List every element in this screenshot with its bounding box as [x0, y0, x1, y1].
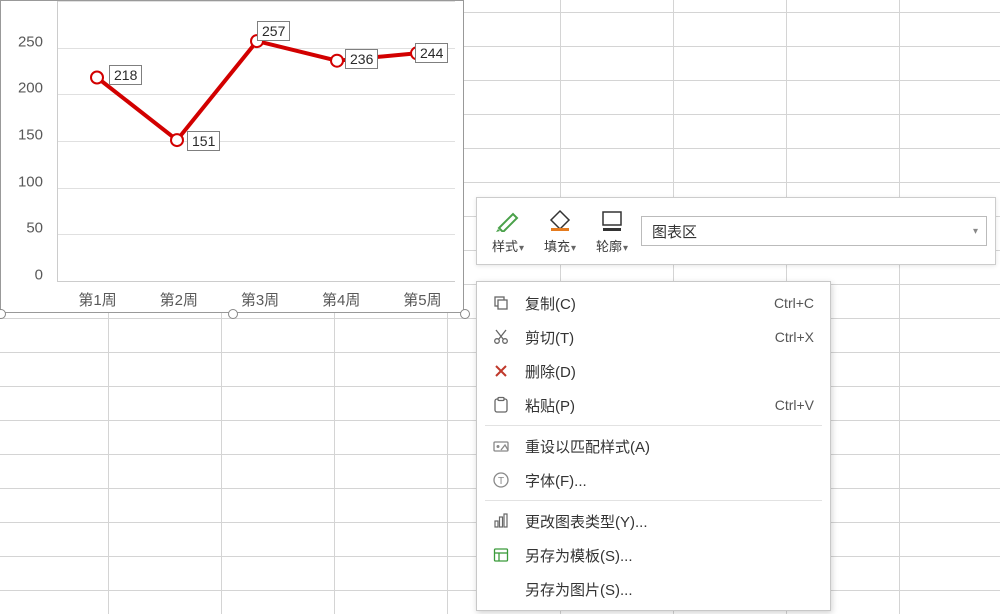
menu-save-template[interactable]: 另存为模板(S)... — [477, 538, 830, 572]
x-axis-line — [57, 281, 455, 282]
menu-label: 粘贴(P) — [525, 395, 761, 416]
selection-handle[interactable] — [228, 309, 238, 319]
menu-change-chart-type[interactable]: 更改图表类型(Y)... — [477, 504, 830, 538]
fill-icon — [545, 208, 575, 234]
x-tick: 第5周 — [382, 289, 463, 310]
context-menu: 复制(C) Ctrl+C 剪切(T) Ctrl+X 删除(D) 粘贴(P) Ct… — [476, 281, 831, 611]
menu-paste[interactable]: 粘贴(P) Ctrl+V — [477, 388, 830, 422]
fill-button[interactable]: 填充▾ — [537, 208, 583, 255]
y-tick: 100 — [18, 173, 43, 190]
menu-cut[interactable]: 剪切(T) Ctrl+X — [477, 320, 830, 354]
chart-type-icon — [491, 511, 511, 531]
fill-label: 填充 — [544, 236, 570, 255]
menu-label: 另存为模板(S)... — [525, 545, 814, 566]
reset-style-icon — [491, 436, 511, 456]
caret-down-icon: ▾ — [571, 243, 576, 254]
menu-label: 剪切(T) — [525, 327, 761, 348]
caret-down-icon: ▾ — [623, 243, 628, 254]
y-tick: 250 — [18, 33, 43, 50]
data-label[interactable]: 236 — [345, 49, 378, 69]
picture-icon — [491, 579, 511, 599]
y-tick: 50 — [26, 220, 43, 237]
outline-label: 轮廓 — [596, 236, 622, 255]
data-label[interactable]: 244 — [415, 43, 448, 63]
caret-down-icon: ▾ — [519, 243, 524, 254]
outline-button[interactable]: 轮廓▾ — [589, 208, 635, 255]
y-tick: 0 — [35, 267, 43, 284]
menu-delete[interactable]: 删除(D) — [477, 354, 830, 388]
x-tick: 第1周 — [57, 289, 138, 310]
menu-label: 复制(C) — [525, 293, 760, 314]
menu-label: 更改图表类型(Y)... — [525, 511, 814, 532]
menu-reset-style[interactable]: 重设以匹配样式(A) — [477, 429, 830, 463]
x-tick: 第3周 — [219, 289, 300, 310]
y-axis: 300 250 200 150 100 50 0 — [1, 0, 51, 281]
outline-icon — [597, 208, 627, 234]
caret-down-icon: ▾ — [973, 226, 978, 237]
menu-shortcut: Ctrl+X — [775, 329, 814, 345]
style-button[interactable]: 样式▾ — [485, 208, 531, 255]
menu-separator — [485, 500, 822, 501]
svg-text:T: T — [498, 476, 504, 487]
copy-icon — [491, 293, 511, 313]
menu-shortcut: Ctrl+V — [775, 397, 814, 413]
chart-area[interactable]: 300 250 200 150 100 50 0 218 151 257 236… — [0, 0, 464, 313]
menu-label: 字体(F)... — [525, 470, 814, 491]
style-label: 样式 — [492, 236, 518, 255]
data-label[interactable]: 218 — [109, 65, 142, 85]
y-tick: 300 — [18, 0, 43, 4]
menu-copy[interactable]: 复制(C) Ctrl+C — [477, 286, 830, 320]
chart-plot[interactable] — [57, 1, 457, 281]
mini-format-toolbar: 样式▾ 填充▾ 轮廓▾ 图表区 ▾ — [476, 197, 996, 265]
delete-icon — [491, 361, 511, 381]
paste-icon — [491, 395, 511, 415]
menu-separator — [485, 425, 822, 426]
chart-element-selector[interactable]: 图表区 ▾ — [641, 216, 987, 246]
y-tick: 150 — [18, 127, 43, 144]
menu-label: 另存为图片(S)... — [525, 579, 814, 600]
template-icon — [491, 545, 511, 565]
selector-value: 图表区 — [652, 221, 697, 242]
data-label[interactable]: 151 — [187, 131, 220, 151]
x-tick: 第2周 — [138, 289, 219, 310]
menu-shortcut: Ctrl+C — [774, 295, 814, 311]
menu-save-picture[interactable]: 另存为图片(S)... — [477, 572, 830, 606]
x-tick: 第4周 — [301, 289, 382, 310]
menu-label: 删除(D) — [525, 361, 814, 382]
font-icon: T — [491, 470, 511, 490]
x-axis: 第1周 第2周 第3周 第4周 第5周 — [57, 289, 463, 310]
y-tick: 200 — [18, 80, 43, 97]
brush-icon — [493, 208, 523, 234]
selection-handle[interactable] — [460, 309, 470, 319]
menu-label: 重设以匹配样式(A) — [525, 436, 814, 457]
menu-font[interactable]: T 字体(F)... — [477, 463, 830, 497]
data-label[interactable]: 257 — [257, 21, 290, 41]
scissors-icon — [491, 327, 511, 347]
